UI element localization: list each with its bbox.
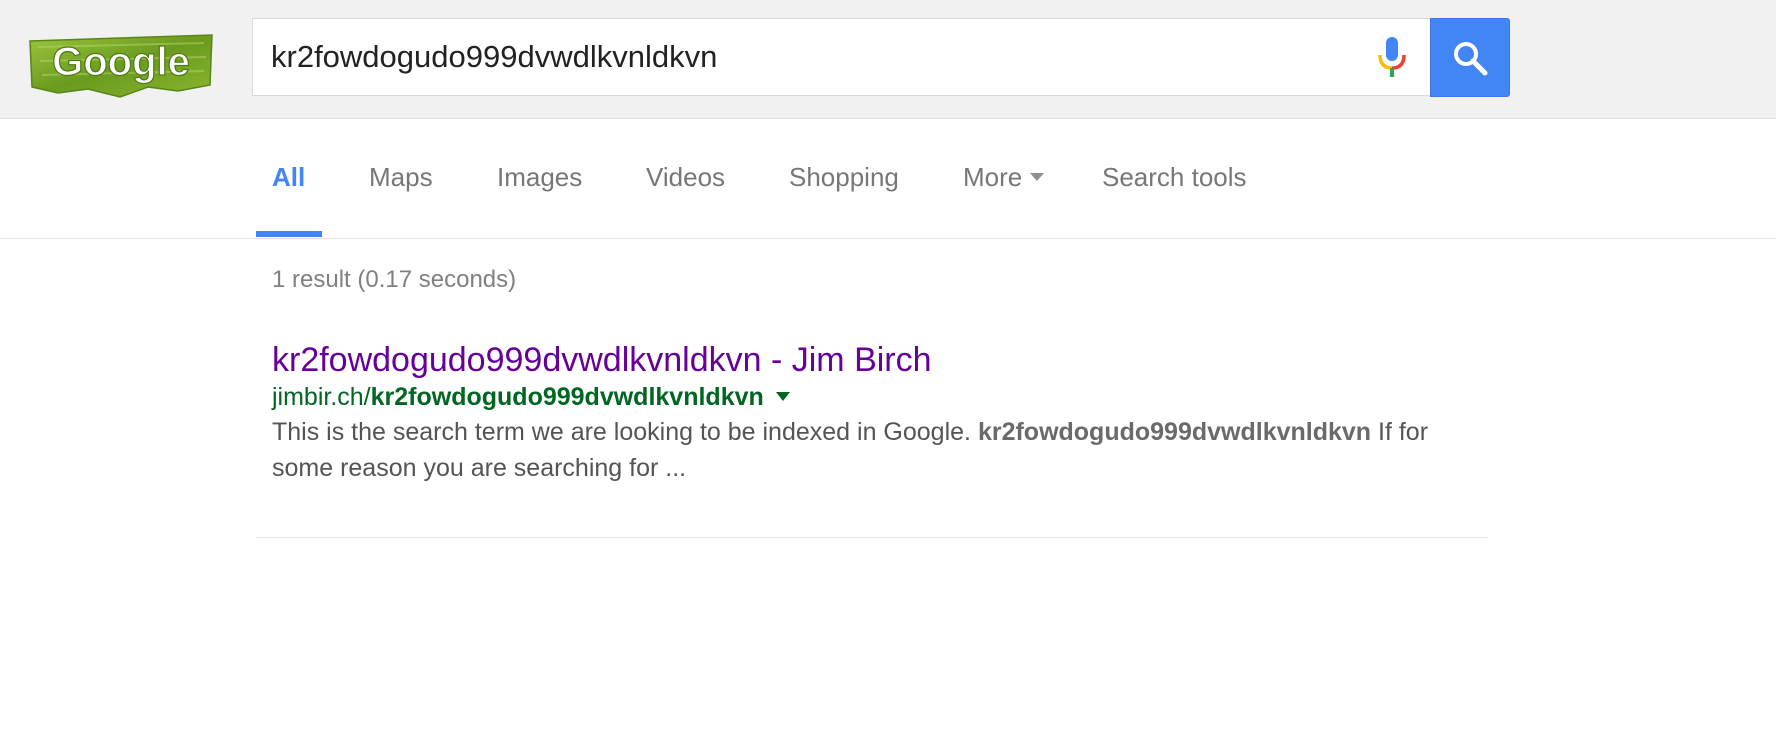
result-title-link[interactable]: kr2fowdogudo999dvwdlkvnldkvn - Jim Birch <box>272 340 1452 380</box>
snippet-text-before: This is the search term we are looking t… <box>272 418 978 446</box>
tab-images[interactable]: Images <box>497 119 582 237</box>
search-tabs: All Maps Images Videos Shopping More Sea… <box>0 119 1776 239</box>
tab-all[interactable]: All <box>272 119 305 237</box>
tab-shopping[interactable]: Shopping <box>789 119 899 237</box>
svg-text:Google: Google <box>52 40 190 84</box>
snippet-highlight: kr2fowdogudo999dvwdlkvnldkvn <box>977 418 1372 446</box>
search-input[interactable] <box>271 19 1331 95</box>
microphone-icon[interactable] <box>1373 35 1411 81</box>
tab-maps[interactable]: Maps <box>369 119 433 237</box>
tab-videos[interactable]: Videos <box>646 119 725 237</box>
tab-more[interactable]: More <box>963 119 1045 237</box>
result-snippet: This is the search term we are looking t… <box>272 414 1452 486</box>
google-doodle-logo[interactable]: Google <box>28 33 214 99</box>
search-button[interactable] <box>1430 18 1510 97</box>
tab-more-label: More <box>963 162 1023 192</box>
result-url-prefix: jimbir.ch/ <box>272 383 371 411</box>
result-url: jimbir.ch/kr2fowdogudo999dvwdlkvnldkvn <box>272 380 1452 414</box>
search-header: Google <box>0 0 1776 119</box>
chevron-down-icon <box>1030 173 1045 182</box>
soccer-doodle-icon: Google <box>29 34 213 98</box>
result-url-bold: kr2fowdogudo999dvwdlkvnldkvn <box>370 383 764 411</box>
chevron-down-icon[interactable] <box>775 391 790 401</box>
active-tab-indicator <box>256 231 322 237</box>
tab-search-tools[interactable]: Search tools <box>1102 119 1247 237</box>
results-divider <box>256 537 1488 538</box>
result-stats: 1 result (0.17 seconds) <box>272 266 517 293</box>
search-result: kr2fowdogudo999dvwdlkvnldkvn - Jim Birch… <box>272 340 1452 486</box>
search-box <box>252 18 1430 96</box>
magnifier-icon <box>1454 41 1488 75</box>
